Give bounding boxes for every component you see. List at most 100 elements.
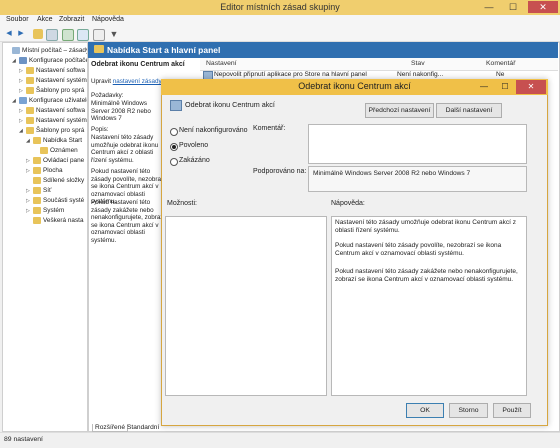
tree-item[interactable]: Sdílené složky bbox=[3, 176, 87, 186]
expand-icon[interactable]: ▷ bbox=[19, 66, 25, 76]
cancel-button[interactable]: Storno bbox=[449, 403, 488, 418]
requirements-text: Minimálně Windows Server 2008 R2 nebo Wi… bbox=[91, 100, 151, 122]
expand-icon[interactable]: ▷ bbox=[19, 86, 25, 96]
menu-akce[interactable]: Akce bbox=[37, 16, 53, 23]
tree-item[interactable]: Oznámen bbox=[3, 146, 87, 156]
folder-icon bbox=[26, 77, 34, 84]
tree-item[interactable]: ▷ Plocha bbox=[3, 166, 87, 176]
collapse-icon[interactable]: ◢ bbox=[26, 136, 32, 146]
tree-item-label: Veškerá nasta bbox=[43, 217, 84, 224]
tree-item-label: Síť bbox=[43, 187, 52, 194]
tree-item-label: Nabídka Start bbox=[43, 137, 83, 144]
tree-item-label: Systém bbox=[43, 207, 65, 214]
expand-icon[interactable]: ▷ bbox=[26, 166, 32, 176]
tree-item-label: Konfigurace počítače bbox=[29, 57, 88, 64]
description-paragraph-3: Pokud nastavení této zásady zakážete neb… bbox=[91, 199, 166, 244]
back-icon[interactable]: ◀ bbox=[4, 29, 14, 39]
expand-icon[interactable]: ▷ bbox=[26, 186, 32, 196]
expand-icon[interactable]: ▷ bbox=[26, 206, 32, 216]
tree-item-label: Šablony pro sprá bbox=[36, 87, 85, 94]
status-bar bbox=[0, 432, 560, 448]
tree-item[interactable]: ◢ Konfigurace počítače bbox=[3, 56, 87, 66]
tree-item[interactable]: ▷ Šablony pro sprá bbox=[3, 86, 87, 96]
expand-icon[interactable]: ▷ bbox=[19, 76, 25, 86]
description-label: Popis: bbox=[91, 126, 109, 133]
help-paragraph-3: Pokud nastavení této zásady zakážete neb… bbox=[335, 268, 518, 283]
tree-item[interactable]: ▷ Nastavení softwa bbox=[3, 66, 87, 76]
apply-button[interactable]: Použít bbox=[493, 403, 531, 418]
tree-item-label: Nastavení systém bbox=[36, 117, 87, 124]
folder-icon bbox=[94, 45, 104, 53]
collapse-icon[interactable]: ◢ bbox=[12, 56, 18, 66]
previous-setting-button[interactable]: Předchozí nastavení bbox=[365, 103, 434, 118]
tree-item[interactable]: ◢ Konfigurace uživatele bbox=[3, 96, 87, 106]
tree-item[interactable]: ▷ Nastavení softwa bbox=[3, 106, 87, 116]
minimize-button[interactable]: — bbox=[478, 1, 500, 13]
doc-icon bbox=[12, 47, 20, 54]
radio-enabled-label[interactable]: Povoleno bbox=[179, 142, 208, 149]
next-setting-button[interactable]: Další nastavení bbox=[436, 103, 502, 118]
tree-item[interactable]: ▷ Systém bbox=[3, 206, 87, 216]
tree-item-label: Nastavení softwa bbox=[36, 67, 86, 74]
ok-button[interactable]: OK bbox=[406, 403, 444, 418]
dialog-minimize-button[interactable]: — bbox=[474, 80, 494, 94]
tree-item[interactable]: ▷ Nastavení systém bbox=[3, 76, 87, 86]
filter-icon[interactable]: ▼ bbox=[109, 29, 119, 39]
collapse-icon[interactable]: ◢ bbox=[12, 96, 18, 106]
pane-header-title: Nabídka Start a hlavní panel bbox=[107, 45, 221, 55]
requirements-label: Požadavky: bbox=[91, 92, 124, 99]
properties-icon[interactable] bbox=[93, 29, 105, 41]
column-header-comment[interactable]: Komentář bbox=[486, 60, 515, 67]
up-folder-icon[interactable] bbox=[33, 29, 43, 39]
help-paragraph-2: Pokud nastavení této zásady povolíte, ne… bbox=[335, 242, 502, 257]
column-header-name[interactable]: Nastavení bbox=[206, 60, 237, 67]
folder-icon bbox=[26, 67, 34, 74]
expand-icon[interactable]: ▷ bbox=[26, 196, 32, 206]
tree-item-label: Ovládací pane bbox=[43, 157, 85, 164]
expand-icon[interactable]: ▷ bbox=[26, 156, 32, 166]
radio-not-configured[interactable] bbox=[170, 128, 178, 136]
export-icon[interactable] bbox=[62, 29, 74, 41]
radio-disabled-label[interactable]: Zakázáno bbox=[179, 157, 210, 164]
radio-disabled[interactable] bbox=[170, 158, 178, 166]
tree-item[interactable]: ▷ Síť bbox=[3, 186, 87, 196]
menu-zobrazit[interactable]: Zobrazit bbox=[59, 16, 84, 23]
menu-soubor[interactable]: Soubor bbox=[6, 16, 29, 23]
tree-item-label: Sdílené složky bbox=[43, 177, 85, 184]
description-text: Nastavení této zásady umožňuje odebrat i… bbox=[91, 134, 159, 164]
tree-item-label: Oznámen bbox=[50, 147, 78, 154]
folder-icon bbox=[26, 107, 34, 114]
tree-item-label: Šablony pro sprá bbox=[36, 127, 85, 134]
dialog-maximize-button[interactable]: ☐ bbox=[495, 80, 515, 94]
tree-item[interactable]: ▷ Součásti systé bbox=[3, 196, 87, 206]
folder-icon bbox=[33, 167, 41, 174]
radio-enabled[interactable] bbox=[170, 143, 178, 151]
dialog-close-button[interactable]: ✕ bbox=[516, 80, 546, 94]
show-tree-icon[interactable] bbox=[46, 29, 58, 41]
tree-item[interactable]: ▷ Ovládací pane bbox=[3, 156, 87, 166]
tab-standard[interactable]: Standardní bbox=[125, 424, 161, 431]
tree-item[interactable]: ◢ Nabídka Start bbox=[3, 136, 87, 146]
menu-napoveda[interactable]: Nápověda bbox=[92, 16, 124, 23]
computer-icon bbox=[19, 57, 27, 64]
forward-icon[interactable]: ▶ bbox=[16, 29, 26, 39]
radio-not-configured-label[interactable]: Není nakonfigurováno bbox=[179, 127, 248, 134]
maximize-button[interactable]: ☐ bbox=[502, 1, 524, 13]
expand-icon[interactable]: ▷ bbox=[19, 106, 25, 116]
tree-item[interactable]: Místní počítač – zásady bbox=[3, 46, 87, 56]
expand-icon[interactable]: ▷ bbox=[19, 116, 25, 126]
tree-item-label: Konfigurace uživatele bbox=[29, 97, 88, 104]
tree-item[interactable]: ▷ Nastavení systém bbox=[3, 116, 87, 126]
help-icon[interactable] bbox=[77, 29, 89, 41]
edit-policy-link[interactable]: nastavení zásady bbox=[113, 78, 162, 85]
folder-icon bbox=[26, 127, 34, 134]
collapse-icon[interactable]: ◢ bbox=[19, 126, 25, 136]
tree-item[interactable]: ◢ Šablony pro sprá bbox=[3, 126, 87, 136]
tree-item[interactable]: Veškerá nasta bbox=[3, 216, 87, 226]
tab-extended[interactable]: Rozšířené bbox=[92, 424, 129, 432]
comment-field[interactable] bbox=[308, 124, 527, 164]
edit-policy-line: Upravit nastavení zásady bbox=[91, 78, 167, 86]
close-button[interactable]: ✕ bbox=[528, 1, 558, 13]
column-header-state[interactable]: Stav bbox=[411, 60, 425, 67]
tree-item-label: Plocha bbox=[43, 167, 63, 174]
